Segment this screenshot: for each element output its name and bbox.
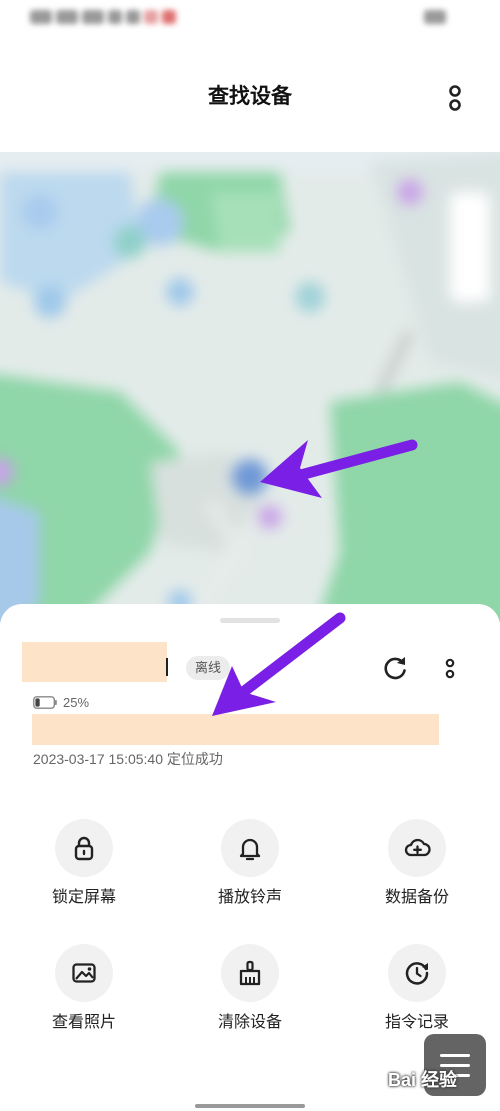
cloud-add-icon [404, 838, 431, 857]
more-vertical-icon [445, 658, 455, 679]
action-label: 数据备份 [384, 889, 449, 906]
action-label: 播放铃声 [217, 889, 282, 906]
photo-icon [72, 963, 96, 983]
location-timestamp: 2023-03-17 15:05:40 定位成功 [33, 751, 223, 767]
command-history-button[interactable]: 指令记录 [352, 944, 482, 1044]
action-label: 指令记录 [384, 1014, 449, 1031]
status-badge: 离线 [186, 656, 231, 680]
more-options-button[interactable] [440, 84, 470, 116]
battery-percentage: 25% [63, 695, 90, 710]
device-sheet: 离线 25% 2023-03-17 15:05:40 定位成功 锁定屏幕 播放铃… [0, 604, 500, 1111]
more-vertical-icon [449, 85, 461, 111]
status-bar-left-icons [30, 10, 190, 28]
map-view[interactable] [0, 152, 500, 622]
bell-icon-circle [221, 819, 279, 877]
clock-history-icon [405, 962, 429, 985]
page-title: 查找设备 [208, 85, 292, 108]
clock-icon-circle [388, 944, 446, 1002]
bell-icon [239, 838, 261, 861]
drag-handle[interactable] [220, 618, 280, 623]
annotation-arrow-map [260, 439, 418, 498]
photo-icon-circle [55, 944, 113, 1002]
status-bar [0, 0, 500, 40]
home-indicator[interactable] [195, 1104, 305, 1108]
erase-device-button[interactable]: 清除设备 [185, 944, 315, 1044]
broom-icon [239, 960, 261, 986]
lock-screen-button[interactable]: 锁定屏幕 [19, 819, 149, 919]
cloud-icon-circle [388, 819, 446, 877]
title-bar: 查找设备 [0, 40, 500, 152]
action-label: 查看照片 [51, 1014, 116, 1031]
action-label: 锁定屏幕 [51, 889, 116, 906]
lock-icon [74, 836, 94, 861]
play-ringtone-button[interactable]: 播放铃声 [185, 819, 315, 919]
refresh-button[interactable] [380, 654, 410, 684]
data-backup-button[interactable]: 数据备份 [352, 819, 482, 919]
watermark-text: Bai 经验 [388, 1070, 458, 1090]
refresh-icon [384, 657, 406, 680]
broom-icon-circle [221, 944, 279, 1002]
device-more-button[interactable] [440, 654, 460, 684]
address-redacted [32, 714, 439, 745]
lock-icon-circle [55, 819, 113, 877]
status-bar-right-icons [424, 10, 476, 26]
name-separator [166, 658, 168, 676]
battery-icon [33, 696, 57, 709]
action-label: 清除设备 [217, 1014, 282, 1031]
view-photos-button[interactable]: 查看照片 [19, 944, 149, 1044]
device-name-redacted [22, 642, 167, 682]
